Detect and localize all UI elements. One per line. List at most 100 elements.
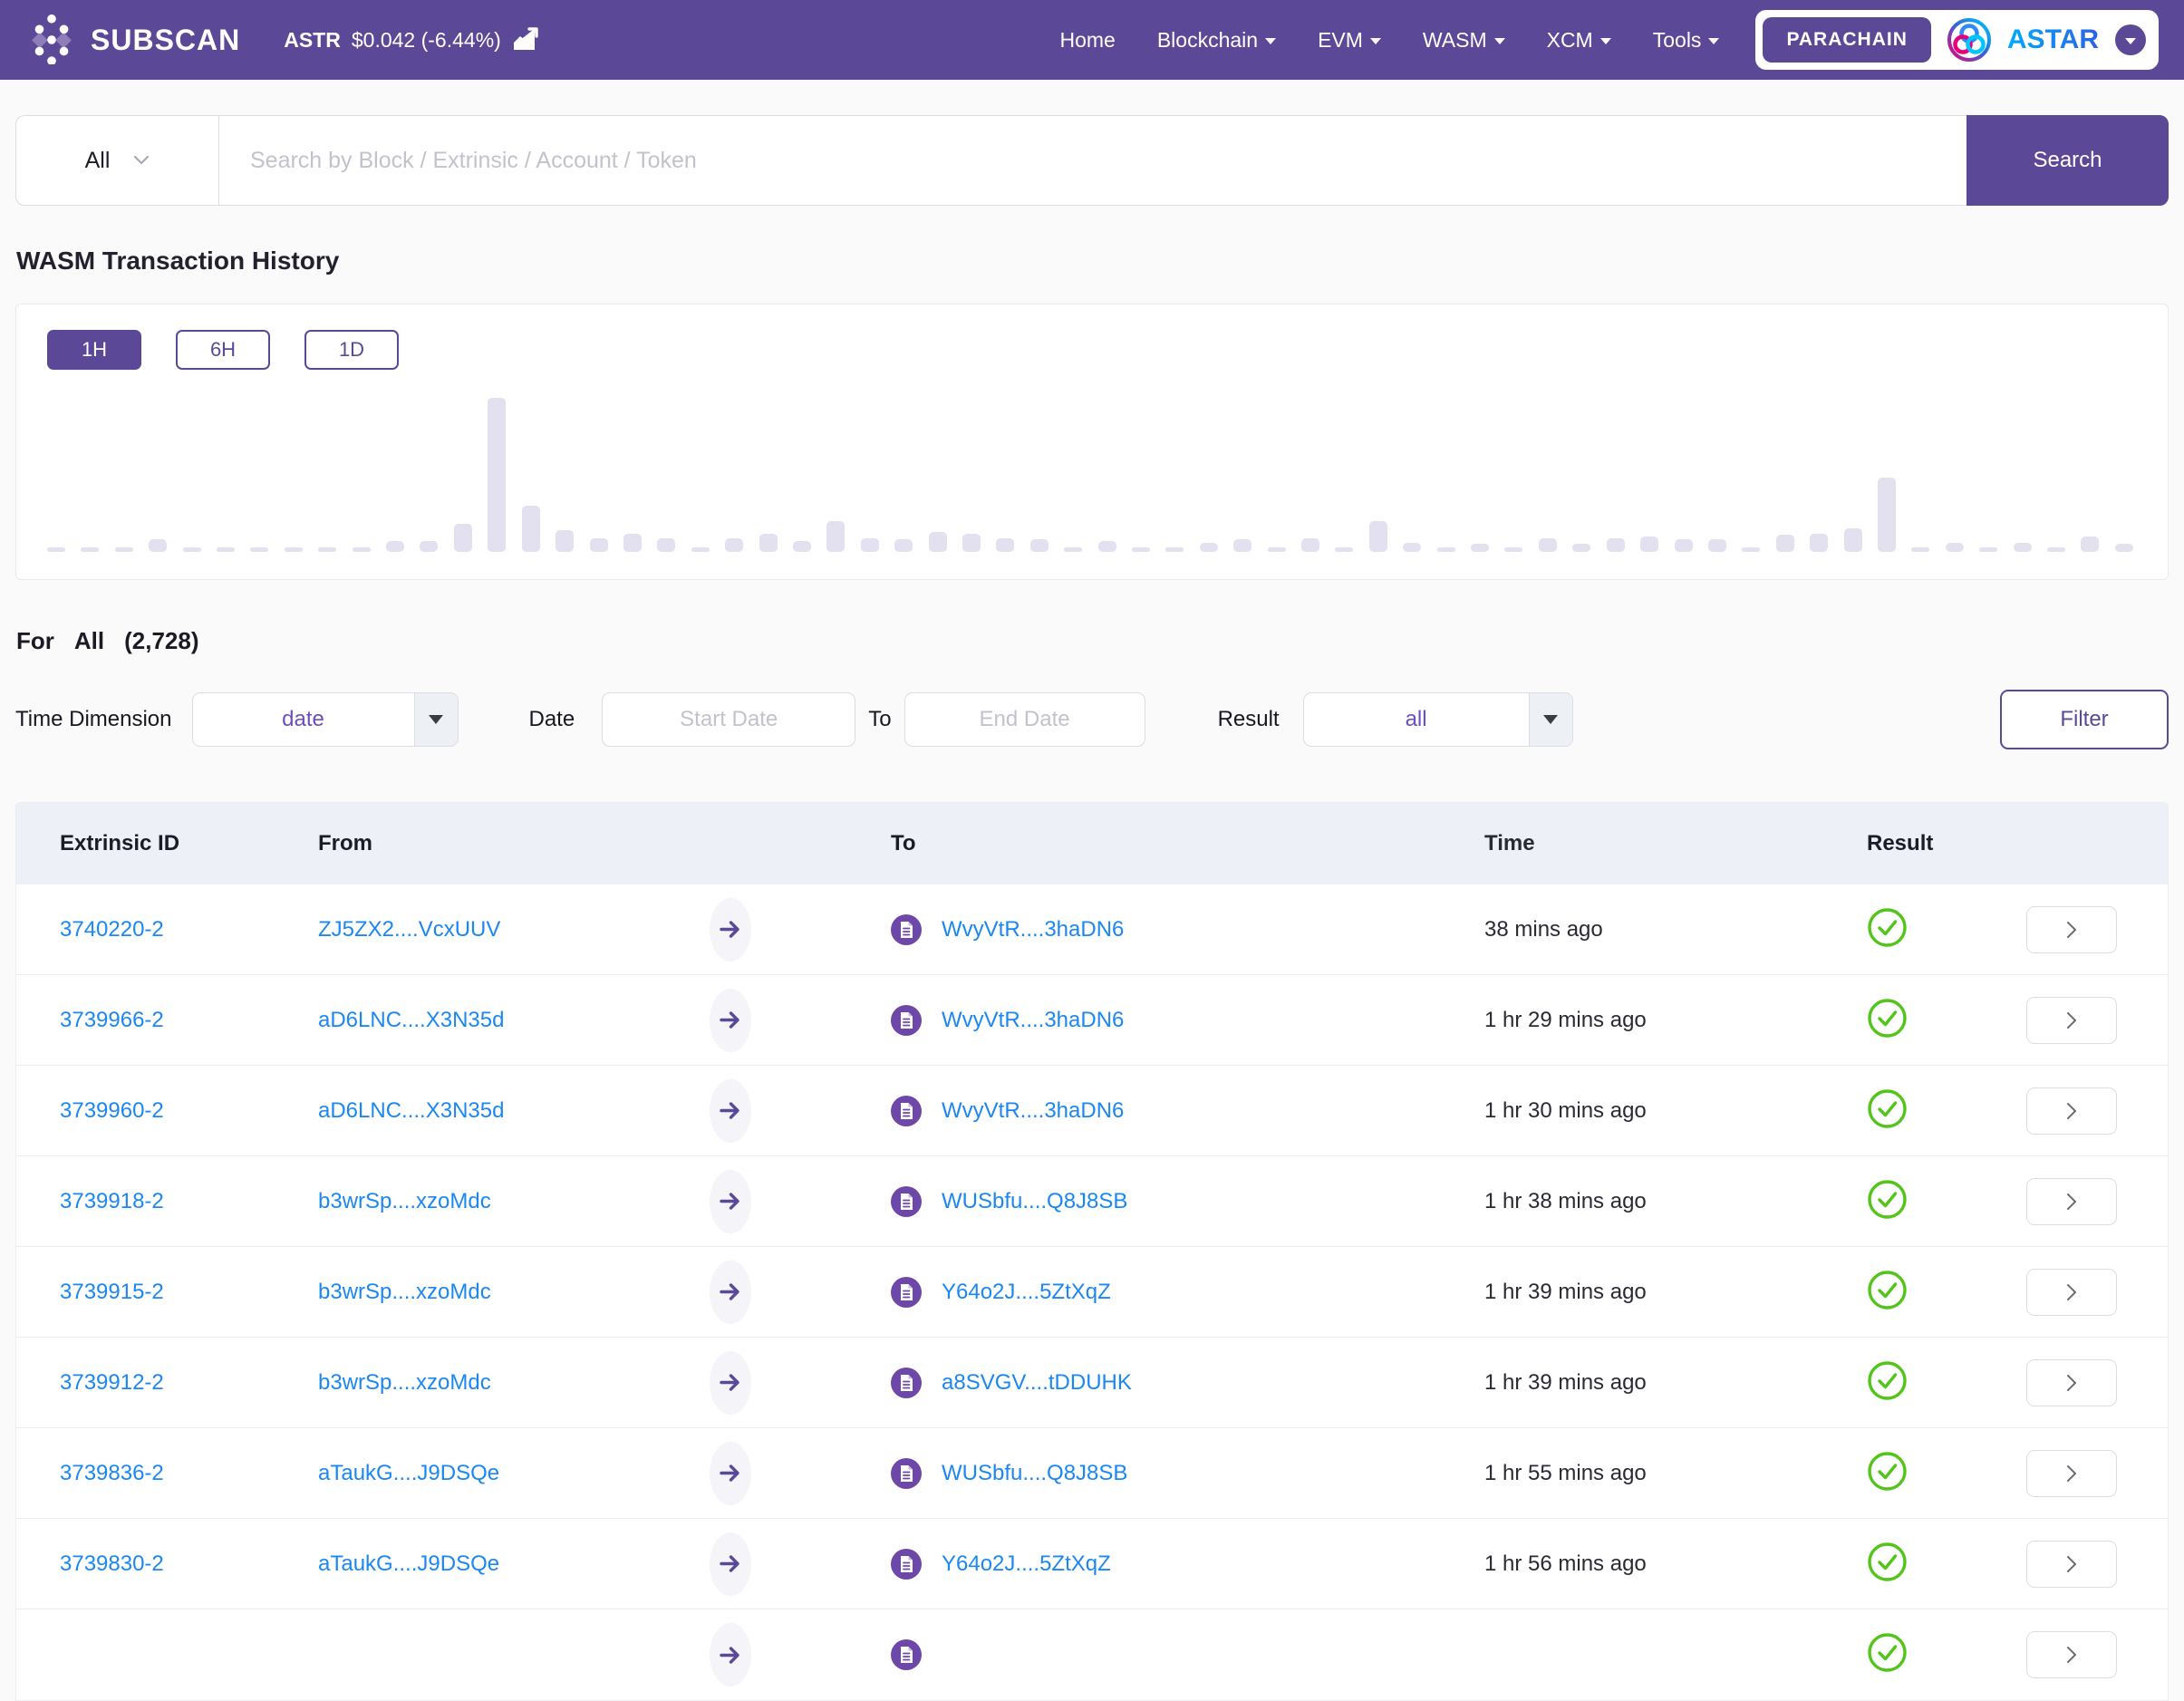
chart-bar (1132, 547, 1150, 552)
network-name: ASTAR (2007, 24, 2099, 55)
start-date-input[interactable] (602, 692, 855, 747)
extrinsic-id-link[interactable]: 3739960-2 (60, 1098, 164, 1123)
from-address-link[interactable]: aD6LNC....X3N35d (318, 1008, 504, 1033)
chart-bar (1810, 534, 1828, 552)
column-header-from: From (318, 831, 753, 856)
chart-bar (1844, 528, 1862, 552)
contract-icon (891, 1368, 922, 1398)
caret-down-icon (1265, 38, 1276, 44)
time-dimension-select[interactable]: date (192, 692, 459, 747)
end-date-input[interactable] (904, 692, 1145, 747)
parachain-button[interactable]: PARACHAIN (1763, 17, 1930, 63)
extrinsic-id-link[interactable]: 3739966-2 (60, 1008, 164, 1032)
chart-bar (1675, 539, 1693, 552)
token-price[interactable]: ASTR $0.042 (-6.44%) (284, 24, 541, 56)
subscan-logo[interactable]: SUBSCAN (25, 12, 240, 69)
to-address-link[interactable]: Y64o2J....5ZtXqZ (942, 1551, 1111, 1577)
from-address-link[interactable]: aTaukG....J9DSQe (318, 1551, 499, 1577)
to-label: To (868, 707, 891, 732)
caret-down-icon (414, 693, 458, 746)
row-detail-button[interactable] (2026, 1541, 2117, 1588)
arrow-right-icon (710, 1351, 751, 1415)
row-detail-button[interactable] (2026, 1087, 2117, 1135)
row-detail-button[interactable] (2026, 1450, 2117, 1497)
top-navbar: SUBSCAN ASTR $0.042 (-6.44%) Home Blockch… (0, 0, 2184, 80)
search-button[interactable]: Search (1967, 115, 2169, 206)
token-symbol: ASTR (284, 28, 341, 53)
chart-bar (149, 539, 167, 552)
row-detail-button[interactable] (2026, 1359, 2117, 1406)
chart-bar (1335, 547, 1353, 552)
from-address-link[interactable]: aD6LNC....X3N35d (318, 1098, 504, 1124)
network-dropdown-button[interactable] (2115, 24, 2146, 55)
nav-item-home[interactable]: Home (1059, 28, 1115, 53)
arrow-right-icon (710, 1442, 751, 1505)
row-detail-button[interactable] (2026, 997, 2117, 1044)
chart-bar (759, 534, 778, 552)
from-address-link[interactable]: b3wrSp....xzoMdc (318, 1280, 491, 1305)
row-detail-button[interactable] (2026, 1178, 2117, 1225)
time-ago-text: 1 hr 39 mins ago (1464, 1280, 1854, 1305)
chevron-down-icon (2125, 38, 2136, 44)
from-address-link[interactable]: ZJ5ZX2....VcxUUV (318, 917, 500, 942)
transaction-row: 3739966-2 aD6LNC....X3N35d WvyVtR....3haDN… (16, 975, 2168, 1066)
bar-chart (47, 398, 2133, 552)
search-scope-select[interactable]: All (16, 116, 219, 205)
extrinsic-id-link[interactable]: 3739830-2 (60, 1551, 164, 1576)
nav-item-blockchain[interactable]: Blockchain (1157, 28, 1276, 53)
nav-item-xcm[interactable]: XCM (1547, 28, 1611, 53)
chart-bar (183, 547, 201, 552)
chart-bar (2047, 547, 2065, 552)
range-button-1d[interactable]: 1D (304, 330, 399, 370)
extrinsic-id-link[interactable]: 3740220-2 (60, 917, 164, 942)
row-detail-button[interactable] (2026, 1631, 2117, 1678)
range-button-6h[interactable]: 6H (176, 330, 270, 370)
nav-item-evm[interactable]: EVM (1318, 28, 1381, 53)
column-header-to: To (753, 831, 1464, 856)
to-address-link[interactable]: Y64o2J....5ZtXqZ (942, 1280, 1111, 1305)
extrinsic-id-link[interactable]: 3739918-2 (60, 1189, 164, 1213)
to-address-link[interactable]: WvyVtR....3haDN6 (942, 917, 1124, 942)
chart-bar (1979, 547, 1997, 552)
success-check-icon (1867, 1632, 1908, 1673)
chart-bar (725, 538, 743, 552)
time-ago-text: 1 hr 29 mins ago (1464, 1008, 1854, 1033)
chevron-down-icon (133, 155, 150, 166)
row-detail-button[interactable] (2026, 1269, 2117, 1316)
chart-bar (1165, 547, 1184, 552)
chart-bar (861, 538, 879, 552)
to-address-link[interactable]: WvyVtR....3haDN6 (942, 1098, 1124, 1124)
time-ago-text: 38 mins ago (1464, 917, 1854, 942)
to-address-link[interactable]: WUSbfu....Q8J8SB (942, 1189, 1127, 1214)
chart-bar (115, 547, 133, 552)
to-address-link[interactable]: WUSbfu....Q8J8SB (942, 1461, 1127, 1486)
nav-item-wasm[interactable]: WASM (1423, 28, 1505, 53)
contract-icon (891, 914, 922, 945)
subscan-logo-icon (25, 12, 78, 69)
extrinsic-id-link[interactable]: 3739915-2 (60, 1280, 164, 1304)
nav-item-label: WASM (1423, 28, 1487, 53)
extrinsic-id-link[interactable]: 3739912-2 (60, 1370, 164, 1395)
chart-bar (1064, 547, 1082, 552)
from-address-link[interactable]: b3wrSp....xzoMdc (318, 1189, 491, 1214)
row-detail-button[interactable] (2026, 906, 2117, 953)
chart-bar (1030, 539, 1049, 552)
chart-bar (454, 524, 472, 552)
result-select[interactable]: all (1303, 692, 1573, 747)
chart-bar (826, 521, 845, 552)
chart-bar (1233, 539, 1251, 552)
to-address-link[interactable]: a8SVGV....tDDUHK (942, 1370, 1132, 1396)
nav-item-tools[interactable]: Tools (1653, 28, 1720, 53)
range-button-1h[interactable]: 1H (47, 330, 141, 370)
from-address-link[interactable]: b3wrSp....xzoMdc (318, 1370, 491, 1396)
column-header-extrinsic-id: Extrinsic ID (60, 831, 318, 856)
from-address-link[interactable]: aTaukG....J9DSQe (318, 1461, 499, 1486)
success-check-icon (1867, 1179, 1908, 1220)
to-address-link[interactable]: WvyVtR....3haDN6 (942, 1008, 1124, 1033)
page-title: WASM Transaction History (16, 246, 339, 275)
search-input[interactable] (219, 116, 1967, 205)
chart-bar (386, 541, 404, 552)
extrinsic-id-link[interactable]: 3739836-2 (60, 1461, 164, 1485)
filter-button[interactable]: Filter (2000, 690, 2169, 749)
chart-bar (962, 534, 981, 552)
